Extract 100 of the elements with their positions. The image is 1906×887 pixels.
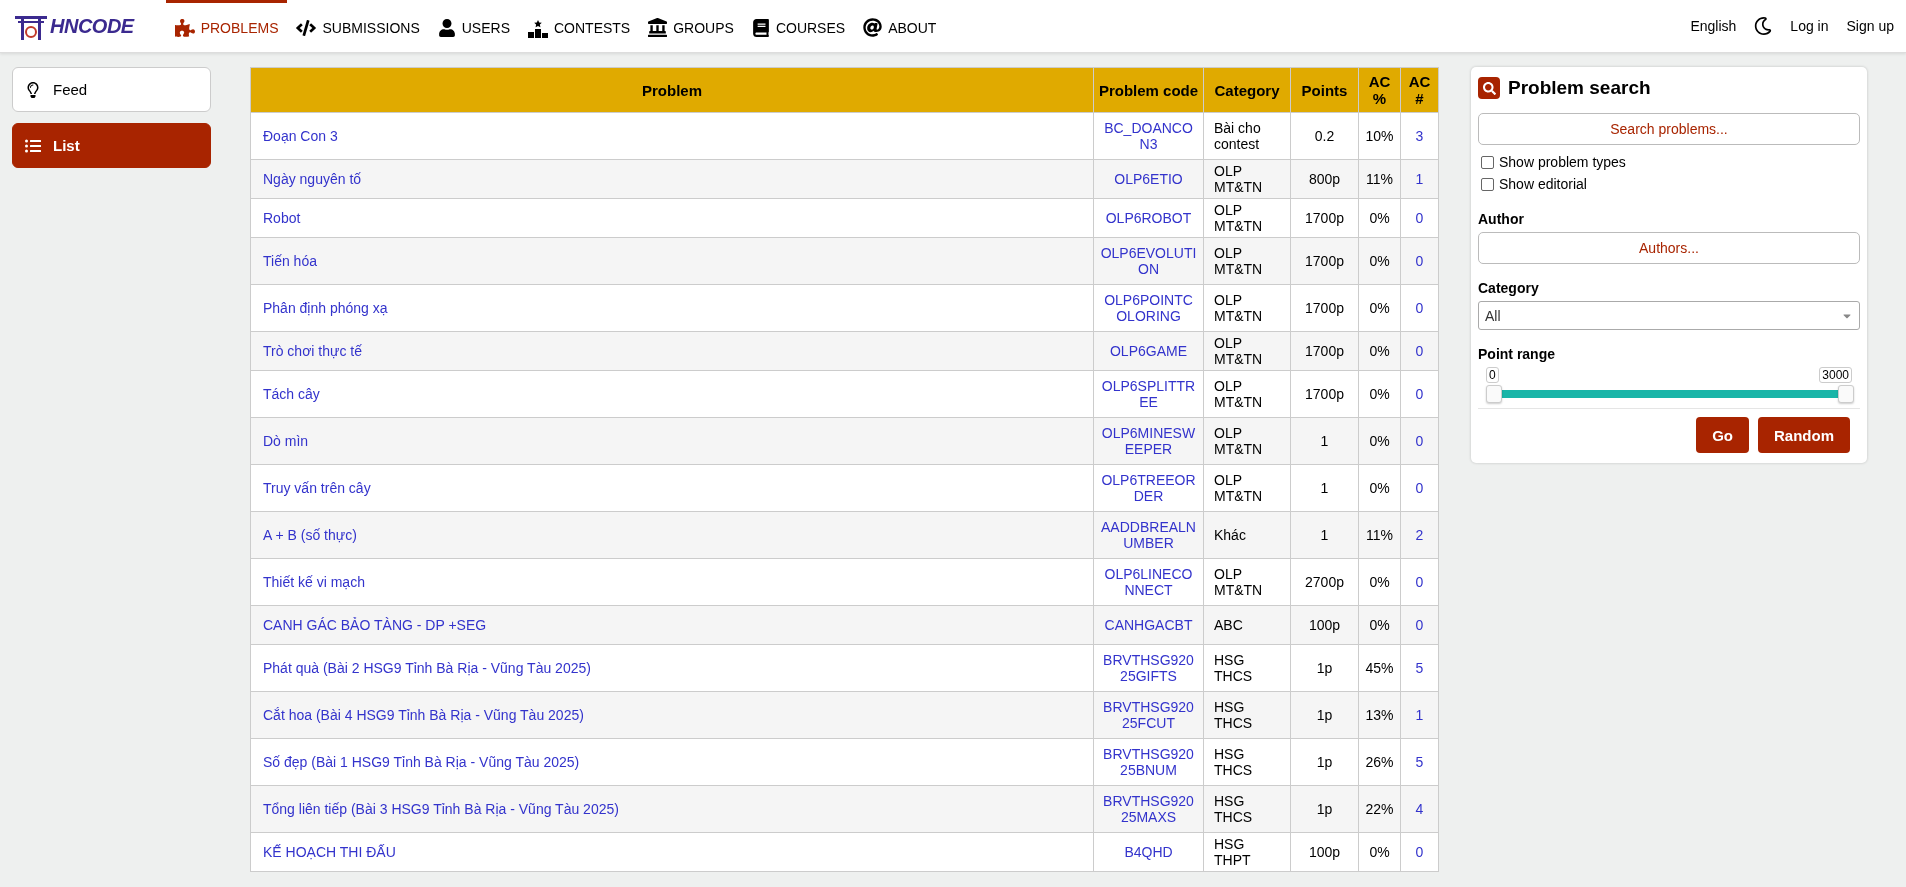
ac-percent-cell: 11% (1358, 511, 1401, 559)
problem-link[interactable]: Ngày nguyên tố (263, 171, 362, 187)
points-cell: 100p (1290, 605, 1359, 645)
language-link[interactable]: English (1690, 18, 1737, 34)
points-cell: 1700p (1290, 284, 1359, 332)
ac-count-link[interactable]: 0 (1415, 253, 1424, 269)
ac-count-link[interactable]: 0 (1415, 844, 1424, 860)
problem-link[interactable]: KẾ HOẠCH THI ĐẤU (263, 844, 396, 860)
points-cell: 1p (1290, 738, 1359, 786)
checkbox-label: Show problem types (1499, 154, 1626, 170)
ac-percent-cell: 0% (1358, 464, 1401, 512)
ac-count-link[interactable]: 0 (1415, 343, 1424, 359)
field-label: Author (1478, 211, 1525, 227)
problem-link[interactable]: A + B (số thực) (263, 527, 357, 543)
ac-percent-cell: 0% (1358, 417, 1401, 465)
site-logo-text[interactable]: HNCODE (50, 14, 134, 38)
problem-link[interactable]: Robot (263, 210, 301, 226)
sidebar-item[interactable]: Feed (12, 67, 211, 112)
ac-percent-cell: 0% (1358, 237, 1401, 285)
ac-count-link[interactable]: 0 (1415, 433, 1424, 449)
points-cell: 100p (1290, 832, 1359, 872)
slider-handle[interactable] (1838, 385, 1854, 403)
column-header: AC # (1400, 67, 1439, 113)
points-cell: 1700p (1290, 331, 1359, 371)
points-cell: 0.2 (1290, 112, 1359, 160)
ac-percent-cell: 22% (1358, 785, 1401, 833)
problem-link[interactable]: Tổng liên tiếp (Bài 3 HSG9 Tỉnh Bà Rịa - Vũng Tàu 2025) (263, 801, 619, 817)
problem-link[interactable]: Thiết kế vi mạch (263, 574, 365, 590)
nav-link[interactable]: COURSES (742, 0, 855, 52)
category-cell: OLP MT&TN (1203, 558, 1291, 606)
action-button[interactable]: Go (1696, 417, 1749, 453)
ac-count-link[interactable]: 1 (1415, 707, 1424, 723)
checkbox-label: Show editorial (1499, 176, 1587, 192)
category-cell: HSG THCS (1203, 738, 1291, 786)
problem-link[interactable]: Trò chơi thực tế (263, 343, 362, 359)
problem-link[interactable]: Tách cây (263, 386, 320, 402)
points-cell: 1700p (1290, 198, 1359, 238)
category-cell: OLP MT&TN (1203, 237, 1291, 285)
login-link[interactable]: Log in (1790, 18, 1829, 34)
ac-percent-cell: 26% (1358, 738, 1401, 786)
points-cell: 1p (1290, 691, 1359, 739)
problem-link[interactable]: Số đẹp (Bài 1 HSG9 Tỉnh Bà Rịa - Vũng Tàu 2025) (263, 754, 580, 770)
category-cell: Bài cho contest (1203, 112, 1291, 160)
puzzle-icon (174, 17, 195, 38)
category-cell: HSG THPT (1203, 832, 1291, 872)
problem-link[interactable]: Đoạn Con 3 (263, 128, 338, 144)
nav-link[interactable]: SUBMISSIONS (287, 0, 429, 52)
problem-link[interactable]: Truy vấn trên cây (263, 480, 371, 496)
ac-percent-cell: 45% (1358, 644, 1401, 692)
column-header: Category (1203, 67, 1291, 113)
ac-count-link[interactable]: 5 (1415, 660, 1424, 676)
category-cell: Khác (1203, 511, 1291, 559)
nav-link[interactable]: GROUPS (639, 0, 743, 52)
ac-count-link[interactable]: 1 (1415, 171, 1424, 187)
ac-count-link[interactable]: 2 (1415, 527, 1424, 543)
book-icon (751, 18, 770, 37)
ac-percent-cell: 0% (1358, 331, 1401, 371)
nav-link[interactable]: CONTESTS (518, 0, 640, 52)
ac-count-link[interactable]: 0 (1415, 480, 1424, 496)
problem-link[interactable]: Tiến hóa (263, 253, 317, 269)
ac-percent-cell: 0% (1358, 370, 1401, 418)
search-field[interactable]: Search problems... (1478, 113, 1860, 145)
range-min-value: 0 (1486, 367, 1499, 383)
ac-count-link[interactable]: 0 (1415, 210, 1424, 226)
slider-handle[interactable] (1486, 385, 1502, 403)
ac-count-link[interactable]: 0 (1415, 574, 1424, 590)
problem-link[interactable]: Phân định phóng xạ (263, 300, 388, 316)
points-cell: 1700p (1290, 370, 1359, 418)
problem-link[interactable]: Cắt hoa (Bài 4 HSG9 Tỉnh Bà Rịa - Vũng Tàu 2025) (263, 707, 584, 723)
code-icon (296, 17, 317, 38)
category-cell: HSG THCS (1203, 691, 1291, 739)
ac-count-link[interactable]: 0 (1415, 386, 1424, 402)
moon-icon[interactable] (1754, 17, 1773, 35)
panel-title: Problem search (1508, 77, 1651, 99)
action-button[interactable]: Random (1758, 417, 1850, 453)
ac-count-link[interactable]: 4 (1415, 801, 1424, 817)
nav-link[interactable]: USERS (428, 0, 519, 52)
ac-percent-cell: 0% (1358, 558, 1401, 606)
nav-link[interactable]: PROBLEMS (165, 0, 288, 52)
problem-link[interactable]: CANH GÁC BẢO TÀNG - DP +SEG (263, 617, 487, 633)
column-header: AC % (1358, 67, 1401, 113)
ac-count-link[interactable]: 3 (1415, 128, 1424, 144)
nav-link[interactable]: ABOUT (854, 0, 946, 52)
ac-count-link[interactable]: 0 (1415, 300, 1424, 316)
sidebar-item[interactable]: List (12, 123, 211, 168)
ac-count-link[interactable]: 5 (1415, 754, 1424, 770)
ac-count-link[interactable]: 0 (1415, 617, 1424, 633)
category-cell: OLP MT&TN (1203, 464, 1291, 512)
category-select[interactable]: All (1478, 301, 1860, 330)
author-field[interactable]: Authors... (1478, 232, 1860, 264)
checkbox[interactable] (1481, 177, 1494, 191)
signup-link[interactable]: Sign up (1846, 18, 1894, 34)
at-icon (863, 18, 883, 37)
points-cell: 1p (1290, 644, 1359, 692)
category-cell: OLP MT&TN (1203, 417, 1291, 465)
checkbox[interactable] (1481, 155, 1494, 169)
category-cell: OLP MT&TN (1203, 370, 1291, 418)
problem-link[interactable]: Dò mìn (263, 433, 309, 449)
problem-link[interactable]: Phát quà (Bài 2 HSG9 Tỉnh Bà Rịa - Vũng Tàu 2025) (263, 660, 591, 676)
list-icon (25, 137, 41, 154)
